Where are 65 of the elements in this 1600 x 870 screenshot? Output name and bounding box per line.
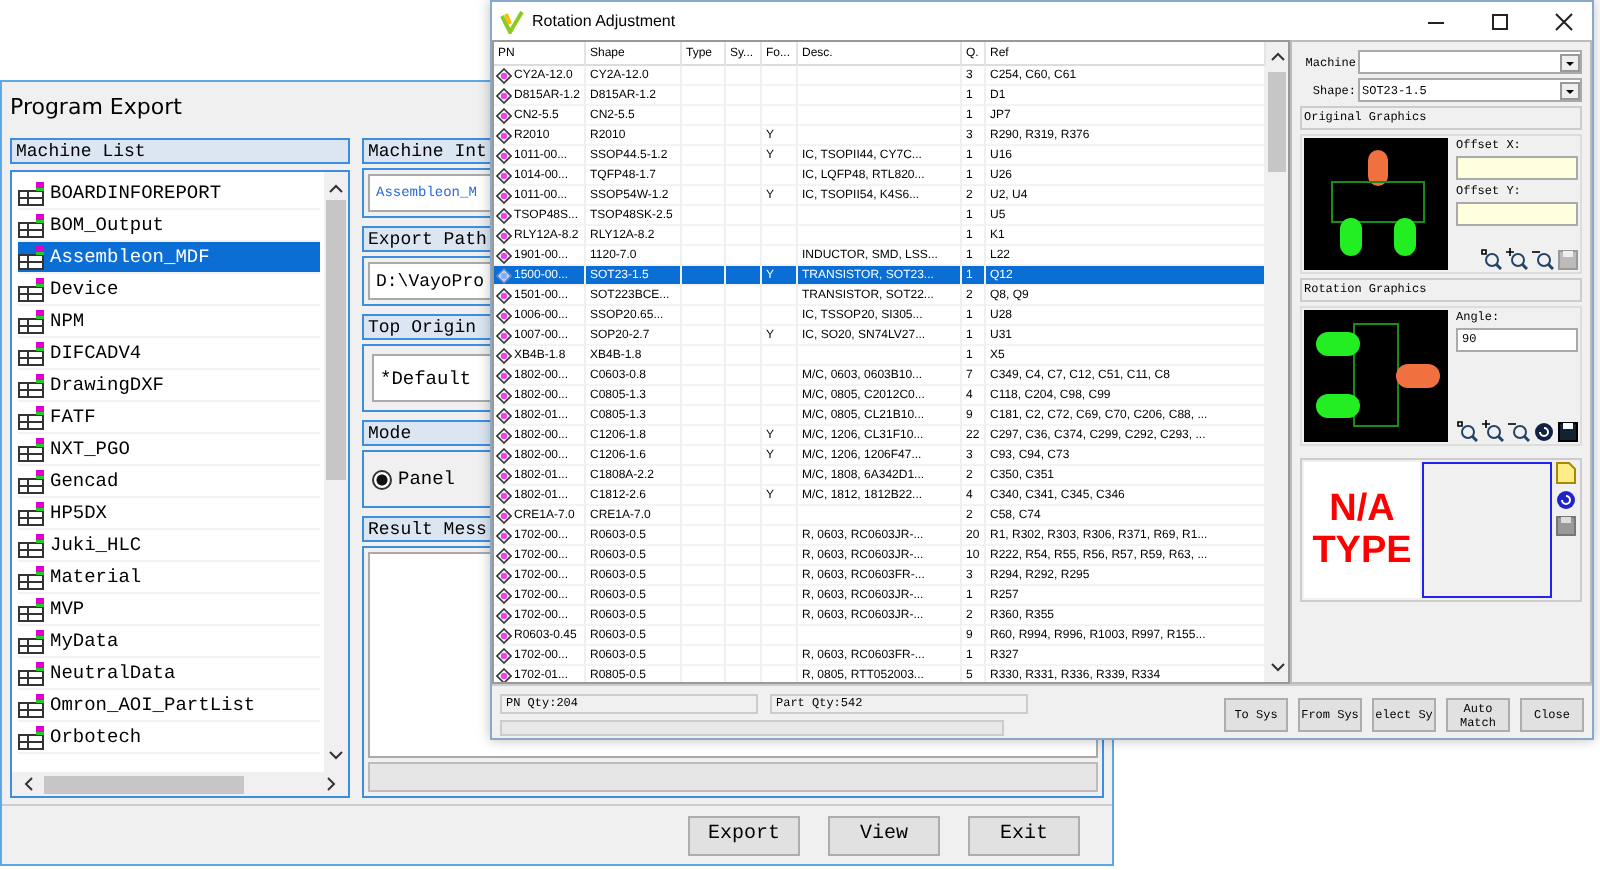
preview-text: N/A TYPE xyxy=(1304,462,1420,598)
machine-icon xyxy=(18,693,46,717)
list-item[interactable]: Orbotech xyxy=(18,722,320,754)
list-item[interactable]: Omron_AOI_PartList xyxy=(18,690,320,722)
radio-label[interactable]: Panel xyxy=(398,468,456,490)
list-item[interactable]: MyData xyxy=(18,626,320,658)
list-item[interactable]: Assembleon_MDF xyxy=(18,242,320,274)
scrollbar[interactable] xyxy=(12,772,348,796)
radio-button[interactable] xyxy=(372,469,392,489)
list-item[interactable]: BOARDINFOREPORT xyxy=(18,178,320,210)
machine-icon xyxy=(18,533,46,557)
list-item[interactable]: Material xyxy=(18,562,320,594)
zoom-in-icon[interactable] xyxy=(1506,248,1528,270)
zoom-fit-icon[interactable] xyxy=(1456,420,1478,442)
list-item[interactable]: Device xyxy=(18,274,320,306)
list-item[interactable]: MVP xyxy=(18,594,320,626)
machine-icon xyxy=(18,245,46,269)
offset-x-field[interactable] xyxy=(1456,156,1578,180)
machine-icon xyxy=(18,629,46,653)
list-item[interactable]: Juki_HLC xyxy=(18,530,320,562)
save-icon[interactable] xyxy=(1558,421,1578,441)
list-item[interactable]: NPM xyxy=(18,306,320,338)
machine-icon xyxy=(18,565,46,589)
zoom-in-icon[interactable] xyxy=(1482,420,1504,442)
machine-icon xyxy=(18,501,46,525)
window-title: Rotation Adjustment xyxy=(532,12,676,30)
dialog-button[interactable]: Export xyxy=(688,815,800,855)
scrollbar-thumb[interactable] xyxy=(44,775,244,793)
machine-icon xyxy=(18,341,46,365)
machine-icon xyxy=(18,373,46,397)
list-item[interactable]: Gencad xyxy=(18,466,320,498)
machine-icon xyxy=(18,213,46,237)
refresh-icon[interactable] xyxy=(1556,490,1576,510)
machine-icon xyxy=(18,405,46,429)
zoom-out-icon[interactable] xyxy=(1532,248,1554,270)
machine-icon xyxy=(18,309,46,333)
scrollbar-thumb[interactable] xyxy=(326,200,346,480)
dialog-button[interactable]: Exit xyxy=(968,815,1080,855)
machine-icon xyxy=(18,725,46,749)
diamond-icon xyxy=(496,268,512,284)
section-header: Machine List xyxy=(10,138,350,164)
machine-icon xyxy=(18,277,46,301)
scrollbar[interactable] xyxy=(1266,42,1288,682)
rotate-icon[interactable] xyxy=(1534,421,1554,441)
app-icon xyxy=(500,9,524,33)
list-item[interactable]: DrawingDXF xyxy=(18,370,320,402)
list-item[interactable]: DIFCADV4 xyxy=(18,338,320,370)
scrollbar-thumb[interactable] xyxy=(1268,72,1286,172)
machine-icon xyxy=(18,469,46,493)
machine-icon xyxy=(18,437,46,461)
list-item[interactable]: NeutralData xyxy=(18,658,320,690)
machine-icon xyxy=(18,597,46,621)
dialog-button[interactable]: View xyxy=(828,815,940,855)
footprint-drawing xyxy=(1304,310,1448,442)
footprint-drawing xyxy=(1304,138,1448,270)
zoom-out-icon[interactable] xyxy=(1508,420,1530,442)
scrollbar[interactable] xyxy=(324,172,348,772)
list-item[interactable]: NXT_PGO xyxy=(18,434,320,466)
machine-icon xyxy=(18,181,46,205)
offset-y-field[interactable] xyxy=(1456,202,1578,226)
zoom-fit-icon[interactable] xyxy=(1480,248,1502,270)
list-item[interactable]: FATF xyxy=(18,402,320,434)
machine-icon xyxy=(18,661,46,685)
preview-frame xyxy=(1422,462,1552,598)
list-item[interactable]: HP5DX xyxy=(18,498,320,530)
